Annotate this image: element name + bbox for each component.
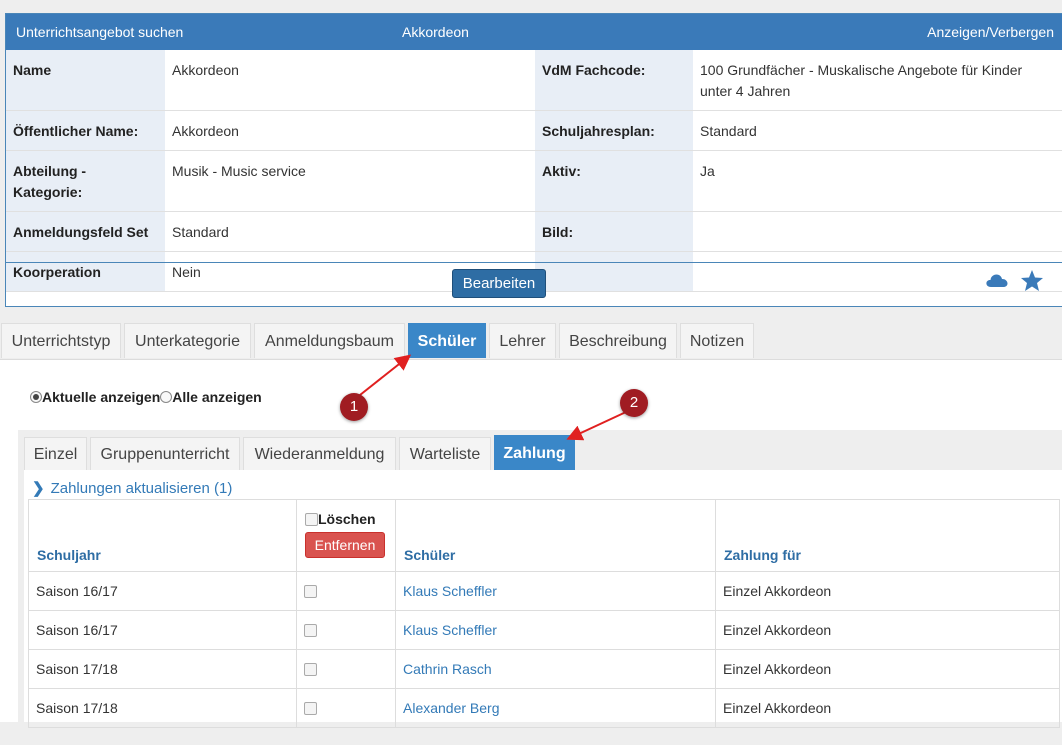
sub-panel: Einzel Gruppenunterricht Wiederanmeldung… [18, 430, 1062, 728]
row-checkbox[interactable] [304, 702, 317, 715]
main-tab-bar: Unterrichtstyp Unterkategorie Anmeldungs… [0, 323, 1062, 360]
row-payment: Einzel Akkordeon [715, 688, 1060, 728]
row-student-link[interactable]: Alexander Berg [395, 688, 716, 728]
filter-radio-group: Aktuelle anzeigen Alle anzeigen [30, 389, 262, 405]
column-header-delete: Löschen Entfernen [296, 499, 396, 572]
tab-anmeldungsbaum[interactable]: Anmeldungsbaum [254, 323, 405, 358]
radio-current-label[interactable]: Aktuelle anzeigen [42, 389, 160, 405]
plan-label: Schuljahresplan: [535, 110, 693, 151]
vdm-label: VdM Fachcode: [535, 50, 693, 111]
sub-tab-bar: Einzel Gruppenunterricht Wiederanmeldung… [18, 430, 1062, 470]
column-header-student[interactable]: Schüler [395, 499, 716, 572]
row-payment: Einzel Akkordeon [715, 649, 1060, 689]
course-detail-panel: Unterrichtsangebot suchen Akkordeon Anze… [5, 13, 1062, 307]
public-name-label: Öffentlicher Name: [6, 110, 165, 151]
row-payment: Einzel Akkordeon [715, 610, 1060, 650]
row-payment: Einzel Akkordeon [715, 571, 1060, 611]
tab-notizen[interactable]: Notizen [680, 323, 754, 358]
subtab-zahlung[interactable]: Zahlung [494, 435, 575, 470]
row-year: Saison 17/18 [28, 688, 297, 728]
row-checkbox[interactable] [304, 585, 317, 598]
row-student-link[interactable]: Cathrin Rasch [395, 649, 716, 689]
refresh-payments-link[interactable]: ❯ Zahlungen aktualisieren (1) [32, 479, 232, 497]
row-checkbox[interactable] [304, 624, 317, 637]
row-checkbox-cell [296, 649, 396, 689]
department-value: Musik - Music service [165, 150, 535, 212]
details-table: Name Akkordeon VdM Fachcode: 100 Grundfä… [6, 50, 1062, 292]
image-label: Bild: [535, 211, 693, 252]
tab-schueler[interactable]: Schüler [408, 323, 486, 358]
edit-row: Bearbeiten [6, 262, 1062, 307]
student-content: Aktuelle anzeigen Alle anzeigen Einzel Gr… [0, 360, 1062, 728]
tab-unterkategorie[interactable]: Unterkategorie [124, 323, 251, 358]
image-value [693, 211, 1062, 252]
subtab-wiederanmeldung[interactable]: Wiederanmeldung [243, 437, 396, 470]
subtab-einzel[interactable]: Einzel [24, 437, 87, 470]
radio-current[interactable] [30, 391, 42, 403]
row-checkbox-cell [296, 610, 396, 650]
step-marker-2: 2 [620, 389, 648, 417]
table-row: Saison 16/17 Klaus Scheffler Einzel Akko… [28, 610, 1060, 650]
panel-title: Akkordeon [402, 24, 469, 40]
row-student-link[interactable]: Klaus Scheffler [395, 610, 716, 650]
tab-beschreibung[interactable]: Beschreibung [559, 323, 677, 358]
delete-label: Löschen [318, 511, 376, 527]
panel-header: Unterrichtsangebot suchen Akkordeon Anze… [6, 14, 1062, 50]
row-checkbox[interactable] [304, 663, 317, 676]
tab-unterrichtstyp[interactable]: Unterrichtstyp [1, 323, 121, 358]
star-icon[interactable] [1020, 269, 1044, 292]
field-set-value: Standard [165, 211, 535, 252]
tab-lehrer[interactable]: Lehrer [489, 323, 556, 358]
select-all-checkbox[interactable] [305, 513, 318, 526]
search-course-link[interactable]: Unterrichtsangebot suchen [16, 24, 183, 40]
refresh-payments-label: Zahlungen aktualisieren (1) [50, 480, 233, 497]
table-row: Saison 16/17 Klaus Scheffler Einzel Akko… [28, 571, 1060, 611]
radio-all[interactable] [160, 391, 173, 403]
name-label: Name [6, 50, 165, 111]
row-year: Saison 16/17 [28, 610, 297, 650]
show-hide-toggle[interactable]: Anzeigen/Verbergen [927, 24, 1054, 40]
plan-value: Standard [693, 110, 1062, 151]
column-header-payment[interactable]: Zahlung für [715, 499, 1060, 572]
table-header-row: Schuljahr Löschen Entfernen Schüler Zahl… [28, 499, 1060, 572]
cloud-icon[interactable] [985, 272, 1009, 288]
field-set-label: Anmeldungsfeld Set [6, 211, 165, 252]
row-year: Saison 17/18 [28, 649, 297, 689]
vdm-value: 100 Grundfächer - Muskalische Angebote f… [693, 50, 1062, 111]
step-marker-1: 1 [340, 393, 368, 421]
edit-button[interactable]: Bearbeiten [452, 269, 546, 298]
table-row: Saison 17/18 Alexander Berg Einzel Akkor… [28, 688, 1060, 728]
row-checkbox-cell [296, 688, 396, 728]
payment-panel: ❯ Zahlungen aktualisieren (1) Schuljahr L… [24, 470, 1062, 728]
row-student-link[interactable]: Klaus Scheffler [395, 571, 716, 611]
active-label: Aktiv: [535, 150, 693, 212]
name-value: Akkordeon [165, 50, 535, 111]
row-year: Saison 16/17 [28, 571, 297, 611]
public-name-value: Akkordeon [165, 110, 535, 151]
subtab-gruppenunterricht[interactable]: Gruppenunterricht [90, 437, 240, 470]
row-checkbox-cell [296, 571, 396, 611]
table-row: Saison 17/18 Cathrin Rasch Einzel Akkord… [28, 649, 1060, 689]
radio-all-label[interactable]: Alle anzeigen [172, 389, 261, 405]
subtab-warteliste[interactable]: Warteliste [399, 437, 491, 470]
column-header-year[interactable]: Schuljahr [28, 499, 297, 572]
active-value: Ja [693, 150, 1062, 212]
remove-button[interactable]: Entfernen [305, 532, 385, 558]
chevron-right-icon: ❯ [32, 480, 45, 497]
payments-table: Schuljahr Löschen Entfernen Schüler Zahl… [28, 499, 1060, 728]
department-label: Abteilung - Kategorie: [6, 150, 165, 212]
